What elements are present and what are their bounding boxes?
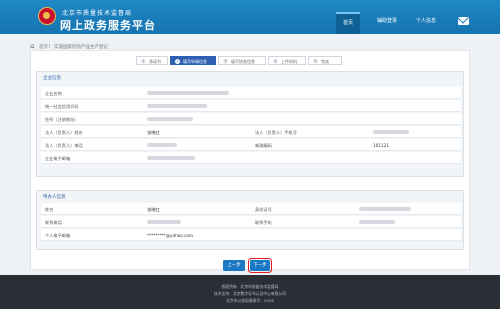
redacted-value: [147, 104, 207, 108]
table-row: 法人（负责人）姓名 张晓红 法人（负责人）手机号: [41, 126, 461, 138]
redacted-value: [359, 220, 395, 224]
field-label: 法人（负责人）手机号: [255, 129, 297, 135]
agent-section: 申办人信息 姓名 张晓红 身份证号 联系电话 联系手机 个人电子邮箱 *****…: [36, 190, 464, 250]
nav-assisted-login[interactable]: 辅助登录: [370, 12, 404, 34]
step-label: 完成: [321, 59, 329, 64]
site-title: 网上政务服务平台: [60, 19, 156, 32]
next-step-button[interactable]: 下一步: [247, 257, 273, 274]
nav-assisted-login-label: 辅助登录: [376, 18, 397, 24]
step-label: 承诺书: [149, 59, 161, 64]
field-label: 法人（负责人）电话: [45, 142, 83, 148]
redacted-value: [373, 130, 409, 134]
mail-icon[interactable]: [458, 17, 469, 25]
table-row: 个人电子邮箱 *********@yahoo.com: [41, 229, 461, 241]
table-row: 联系电话 联系手机: [41, 216, 461, 228]
table-row: 企业名称: [41, 87, 461, 99]
site-subtitle: 北京市质量技术监督局: [62, 10, 133, 17]
table-row: 统一社会信用代码: [41, 100, 461, 112]
prev-step-button[interactable]: 上一步: [223, 260, 245, 271]
step-2: 2 填写申请信息: [170, 56, 216, 65]
field-value: 101121: [373, 142, 389, 148]
table-row: 姓名 张晓红 身份证号: [41, 203, 461, 215]
field-value: 张晓红: [147, 206, 160, 212]
step-number: 5: [313, 59, 318, 64]
redacted-value: [147, 117, 193, 121]
step-number: 2: [175, 59, 180, 64]
enterprise-section-title: 企业信息: [43, 76, 61, 81]
field-label: 个人电子邮箱: [45, 232, 71, 238]
table-row: 住所（注册地址）: [41, 113, 461, 125]
field-label: 住所（注册地址）: [45, 116, 79, 122]
nav-home-label: 首页: [342, 20, 353, 26]
breadcrumb-separator: |: [49, 44, 51, 49]
field-label: 企业电子邮箱: [45, 155, 71, 161]
field-value: *********@yahoo.com: [147, 232, 194, 238]
step-label: 填写申请信息: [183, 59, 207, 64]
field-label: 联系电话: [45, 219, 62, 225]
agent-section-title: 申办人信息: [43, 195, 66, 200]
field-label: 邮政编码: [255, 142, 272, 148]
step-number: 4: [273, 59, 278, 64]
table-row: 法人（负责人）电话 邮政编码 101121: [41, 139, 461, 151]
page-footer: 版权所有：北京市质量技术监督局 技术支持：北京数字证书认证中心有限公司 北京市公…: [0, 275, 500, 309]
field-label: 联系手机: [255, 219, 272, 225]
step-number: 1: [141, 59, 146, 64]
table-row: 企业电子邮箱: [41, 152, 461, 164]
emblem-logo: [38, 7, 56, 25]
enterprise-section: 企业信息 企业名称 统一社会信用代码 住所（注册地址） 法人（负责人）姓名 张晓…: [36, 71, 464, 177]
redacted-value: [147, 156, 195, 160]
footer-tech-support: 技术支持：北京数字证书认证中心有限公司: [213, 291, 287, 296]
nav-home[interactable]: 首页: [336, 12, 360, 34]
nav-personal-info[interactable]: 个人信息: [410, 12, 442, 34]
field-value: 张晓红: [147, 129, 160, 135]
top-header: 北京市质量技术监督局 网上政务服务平台 首页 辅助登录 个人信息: [0, 0, 500, 34]
footer-copyright: 版权所有：北京市质量技术监督局: [221, 284, 279, 289]
home-icon[interactable]: ⌂: [30, 43, 34, 50]
footer-record-number: 北京市公安局备案号：0358: [226, 298, 274, 303]
nav-personal-info-label: 个人信息: [415, 18, 436, 24]
step-3: 3 填写核准信息: [218, 56, 266, 65]
step-number: 3: [223, 59, 228, 64]
field-label: 姓名: [45, 206, 54, 212]
field-label: 法人（负责人）姓名: [45, 129, 83, 135]
step-5: 5 完成: [308, 56, 342, 65]
field-label: 统一社会信用代码: [45, 103, 79, 109]
step-1: 1 承诺书: [136, 56, 168, 65]
redacted-value: [147, 220, 181, 224]
redacted-value: [147, 143, 177, 147]
step-label: 上传材料: [281, 59, 297, 64]
field-label: 身份证号: [255, 206, 272, 212]
step-label: 填写核准信息: [231, 59, 255, 64]
step-4: 4 上传材料: [268, 56, 306, 65]
redacted-value: [147, 91, 229, 95]
redacted-value: [359, 207, 411, 211]
field-label: 企业名称: [45, 90, 62, 96]
